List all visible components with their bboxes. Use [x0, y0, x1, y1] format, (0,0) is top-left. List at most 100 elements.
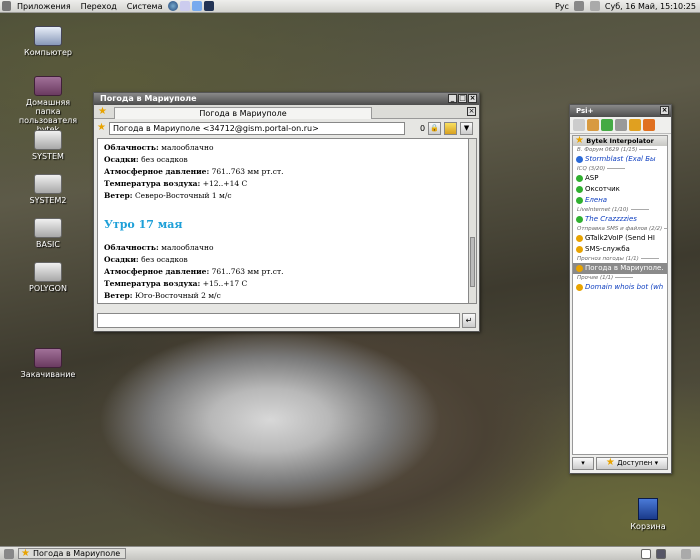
keyboard-layout[interactable]: Рус	[555, 2, 569, 11]
psi-launcher-icon[interactable]	[192, 1, 203, 11]
star-icon: ★	[21, 548, 30, 559]
trash-applet-icon[interactable]	[681, 549, 691, 559]
roster-contact[interactable]: Domain whois bot (wh	[573, 282, 667, 293]
roster-group[interactable]: Отправка SMS и файлов (2/2)	[573, 225, 667, 233]
message-input[interactable]	[97, 313, 460, 328]
roster-group[interactable]: В. Форум 0629 (1/15)	[573, 146, 667, 154]
roster-contact[interactable]: ASP	[573, 173, 667, 184]
log-line: Ветер: Северо-Восточный 1 м/с	[104, 191, 232, 200]
send-button[interactable]: ↵	[462, 313, 476, 328]
clock[interactable]: Суб, 16 Май, 15:10:25	[605, 2, 696, 11]
workspace-1-icon[interactable]	[641, 549, 651, 559]
drive-icon	[34, 174, 62, 194]
secure-icon[interactable]: 🔒	[428, 121, 442, 135]
gnome-foot-icon[interactable]	[2, 1, 11, 11]
contact-status-icon	[576, 175, 583, 182]
volume-icon[interactable]	[589, 1, 600, 11]
log-line: Температура воздуха: +15..+17 С	[104, 279, 248, 288]
contact-status-icon	[576, 156, 583, 163]
chat-log: Облачность: малооблачно Осадки: без осад…	[97, 138, 469, 304]
system-tray: Рус Суб, 16 Май, 15:10:25	[555, 1, 696, 11]
char-counter: 0	[419, 123, 426, 133]
desktop-icon-system[interactable]: SYSTEM	[13, 130, 83, 161]
scrollbar-thumb[interactable]	[470, 237, 475, 287]
roster-group[interactable]: LiveInternet (1/10)	[573, 206, 667, 214]
psi-roster-window: Psi+ × ★ Bytek Interpolator В. Форум 062…	[569, 104, 672, 474]
add-contact-icon[interactable]	[587, 119, 599, 131]
close-button[interactable]: ×	[468, 94, 477, 103]
browser-launcher-icon[interactable]	[168, 1, 179, 11]
contact-status-icon	[576, 197, 583, 204]
roster-group[interactable]: Прочие (1/1)	[573, 274, 667, 282]
status-star-icon[interactable]	[573, 119, 585, 131]
chat-window-title: Погода в Мариуполе	[100, 94, 197, 103]
desktop-icon-computer[interactable]: Компьютер	[13, 26, 83, 57]
menu-applications[interactable]: Приложения	[12, 2, 76, 11]
close-button[interactable]: ×	[660, 106, 669, 115]
drive-icon	[34, 218, 62, 238]
contact-status-icon: ★	[97, 122, 106, 133]
network-icon[interactable]	[573, 1, 584, 11]
desktop-icon-home[interactable]: Домашняя папка пользователя bytek	[13, 76, 83, 134]
roster-group[interactable]: ICQ (3/20)	[573, 165, 667, 173]
contact-status-icon	[576, 216, 583, 223]
tab-close-button[interactable]: ×	[467, 107, 476, 116]
contact-status-icon	[576, 265, 583, 272]
contact-info-icon[interactable]	[444, 121, 458, 135]
desktop-icon-downloads[interactable]: Закачивание	[13, 348, 83, 379]
taskbar-item[interactable]: ★ Погода в Мариуполе	[18, 548, 126, 559]
menu-places[interactable]: Переход	[76, 2, 122, 11]
roster-contact[interactable]: SMS-служба	[573, 244, 667, 255]
desktop-icon-trash[interactable]: Корзина	[626, 498, 670, 531]
contact-field[interactable]: Погода в Мариуполе <34712@gism.portal-on…	[108, 121, 405, 135]
tab-chat[interactable]: Погода в Мариуполе	[114, 107, 372, 119]
log-line: Атмосферное давление: 761..763 мм рт.ст.	[104, 267, 284, 276]
contact-row: ★ Погода в Мариуполе <34712@gism.portal-…	[94, 119, 479, 137]
desktop-icon-system2[interactable]: SYSTEM2	[13, 174, 83, 205]
status-selector[interactable]: ★ Доступен ▾	[596, 457, 668, 470]
roster-contact[interactable]: Оксотчик	[573, 184, 667, 195]
forecast-heading: Утро 17 мая	[104, 218, 183, 231]
tools-icon[interactable]	[615, 119, 627, 131]
roster-contact[interactable]: Елена	[573, 195, 667, 206]
roster-contact[interactable]: GTalk2VoIP (Send HI	[573, 233, 667, 244]
minimize-button[interactable]: _	[448, 94, 457, 103]
show-desktop-icon[interactable]	[4, 549, 14, 559]
contact-status-icon	[576, 186, 583, 193]
maximize-button[interactable]: □	[458, 94, 467, 103]
log-line: Осадки: без осадков	[104, 255, 188, 264]
terminal-launcher-icon[interactable]	[204, 1, 215, 11]
settings-icon[interactable]	[643, 119, 655, 131]
desktop-icon-polygon[interactable]: POLYGON	[13, 262, 83, 293]
user-icon[interactable]	[629, 119, 641, 131]
log-line: Облачность: малооблачно	[104, 243, 214, 252]
roster-contact[interactable]: The Crazzzzies	[573, 214, 667, 225]
roster-group[interactable]: Прогноз погоды (1/1)	[573, 255, 667, 263]
groupchat-icon[interactable]	[601, 119, 613, 131]
desktop-icon-basic[interactable]: BASIC	[13, 218, 83, 249]
menu-button[interactable]: ▾	[572, 457, 594, 470]
workspace-2-icon[interactable]	[656, 549, 666, 559]
home-folder-icon	[34, 76, 62, 96]
log-line: Атмосферное давление: 761..763 мм рт.ст.	[104, 167, 284, 176]
chat-tabbar: ★ Погода в Мариуполе ×	[94, 105, 479, 119]
psi-titlebar[interactable]: Psi+ ×	[570, 105, 671, 117]
log-line: Ветер: Юго-Восточный 2 м/с	[104, 291, 221, 300]
menu-system[interactable]: Система	[122, 2, 168, 11]
star-icon: ★	[98, 106, 107, 117]
contact-status-icon	[576, 246, 583, 253]
mail-launcher-icon[interactable]	[180, 1, 191, 11]
chat-scrollbar[interactable]	[468, 138, 477, 304]
roster-contact[interactable]: Stormblast (Exal Бы	[573, 154, 667, 165]
psi-title: Psi+	[576, 107, 594, 115]
chevron-down-icon[interactable]: ▼	[460, 121, 474, 135]
log-line: Температура воздуха: +12..+14 С	[104, 179, 248, 188]
contact-status-icon	[576, 235, 583, 242]
folder-icon	[34, 348, 62, 368]
chat-titlebar[interactable]: Погода в Мариуполе _ □ ×	[94, 93, 479, 105]
bottom-panel: ★ Погода в Мариуполе	[0, 546, 700, 560]
trash-icon	[638, 498, 658, 520]
account-header[interactable]: ★ Bytek Interpolator	[573, 136, 667, 146]
contact-list: ★ Bytek Interpolator В. Форум 0629 (1/15…	[572, 135, 668, 455]
roster-contact[interactable]: Погода в Мариуполе.	[573, 263, 667, 274]
